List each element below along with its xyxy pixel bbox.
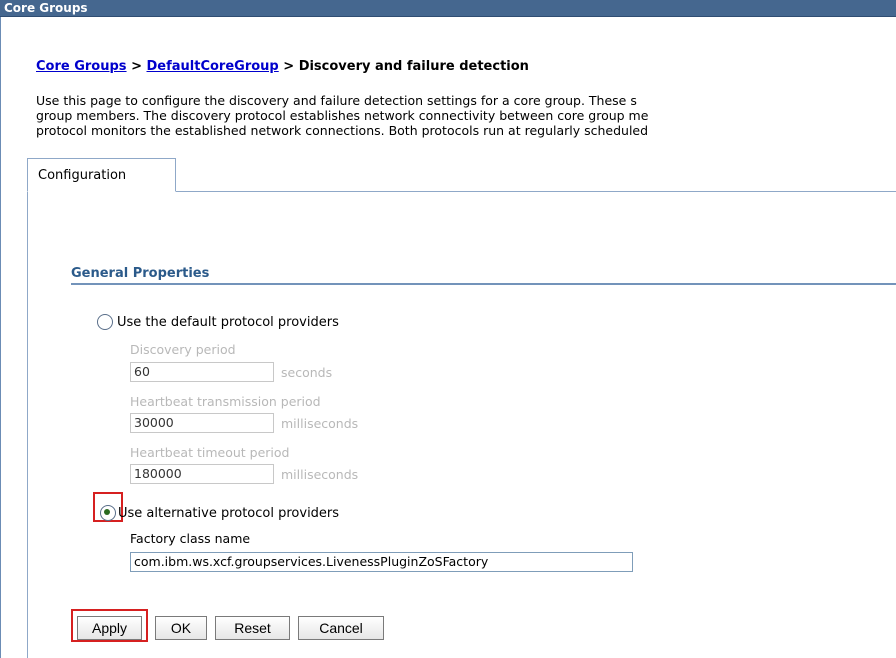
heartbeat-timeout-label: Heartbeat timeout period xyxy=(130,445,290,460)
default-providers-radio[interactable] xyxy=(97,314,113,330)
section-divider xyxy=(71,283,896,285)
cancel-button[interactable]: Cancel xyxy=(298,616,384,640)
alternative-providers-label: Use alternative protocol providers xyxy=(118,505,340,521)
window-title: Core Groups xyxy=(0,0,896,17)
alternative-providers-option[interactable]: Use alternative protocol providers xyxy=(100,505,339,521)
discovery-period-label: Discovery period xyxy=(130,342,236,357)
alternative-providers-radio[interactable] xyxy=(100,505,116,521)
description-line: protocol monitors the established networ… xyxy=(36,123,649,138)
heartbeat-transmission-unit: milliseconds xyxy=(281,416,359,431)
breadcrumb: Core Groups > DefaultCoreGroup > Discove… xyxy=(36,59,529,74)
breadcrumb-separator: > xyxy=(126,59,147,74)
default-providers-label: Use the default protocol providers xyxy=(117,314,339,330)
breadcrumb-separator: > xyxy=(278,59,299,74)
description-line: group members. The discovery protocol es… xyxy=(36,108,649,123)
breadcrumb-link-default-core-group[interactable]: DefaultCoreGroup xyxy=(147,59,279,74)
discovery-period-unit: seconds xyxy=(281,365,333,380)
heartbeat-transmission-label: Heartbeat transmission period xyxy=(130,394,321,409)
apply-button[interactable]: Apply xyxy=(77,616,142,640)
reset-button[interactable]: Reset xyxy=(215,616,290,640)
general-properties-heading: General Properties xyxy=(71,266,210,281)
heartbeat-timeout-unit: milliseconds xyxy=(281,467,359,482)
tab-configuration[interactable]: Configuration xyxy=(27,158,176,192)
factory-class-label: Factory class name xyxy=(130,531,251,546)
factory-class-input[interactable]: com.ibm.ws.xcf.groupservices.LivenessPlu… xyxy=(130,552,633,572)
ok-button[interactable]: OK xyxy=(155,616,207,640)
page-description: Use this page to configure the discovery… xyxy=(36,93,894,138)
breadcrumb-current: Discovery and failure detection xyxy=(298,59,529,74)
default-providers-option[interactable]: Use the default protocol providers xyxy=(97,314,339,330)
breadcrumb-link-core-groups[interactable]: Core Groups xyxy=(36,59,127,74)
description-line: Use this page to configure the discovery… xyxy=(36,93,637,108)
heartbeat-transmission-input[interactable]: 30000 xyxy=(130,413,274,433)
discovery-period-input[interactable]: 60 xyxy=(130,362,274,382)
heartbeat-timeout-input[interactable]: 180000 xyxy=(130,464,274,484)
